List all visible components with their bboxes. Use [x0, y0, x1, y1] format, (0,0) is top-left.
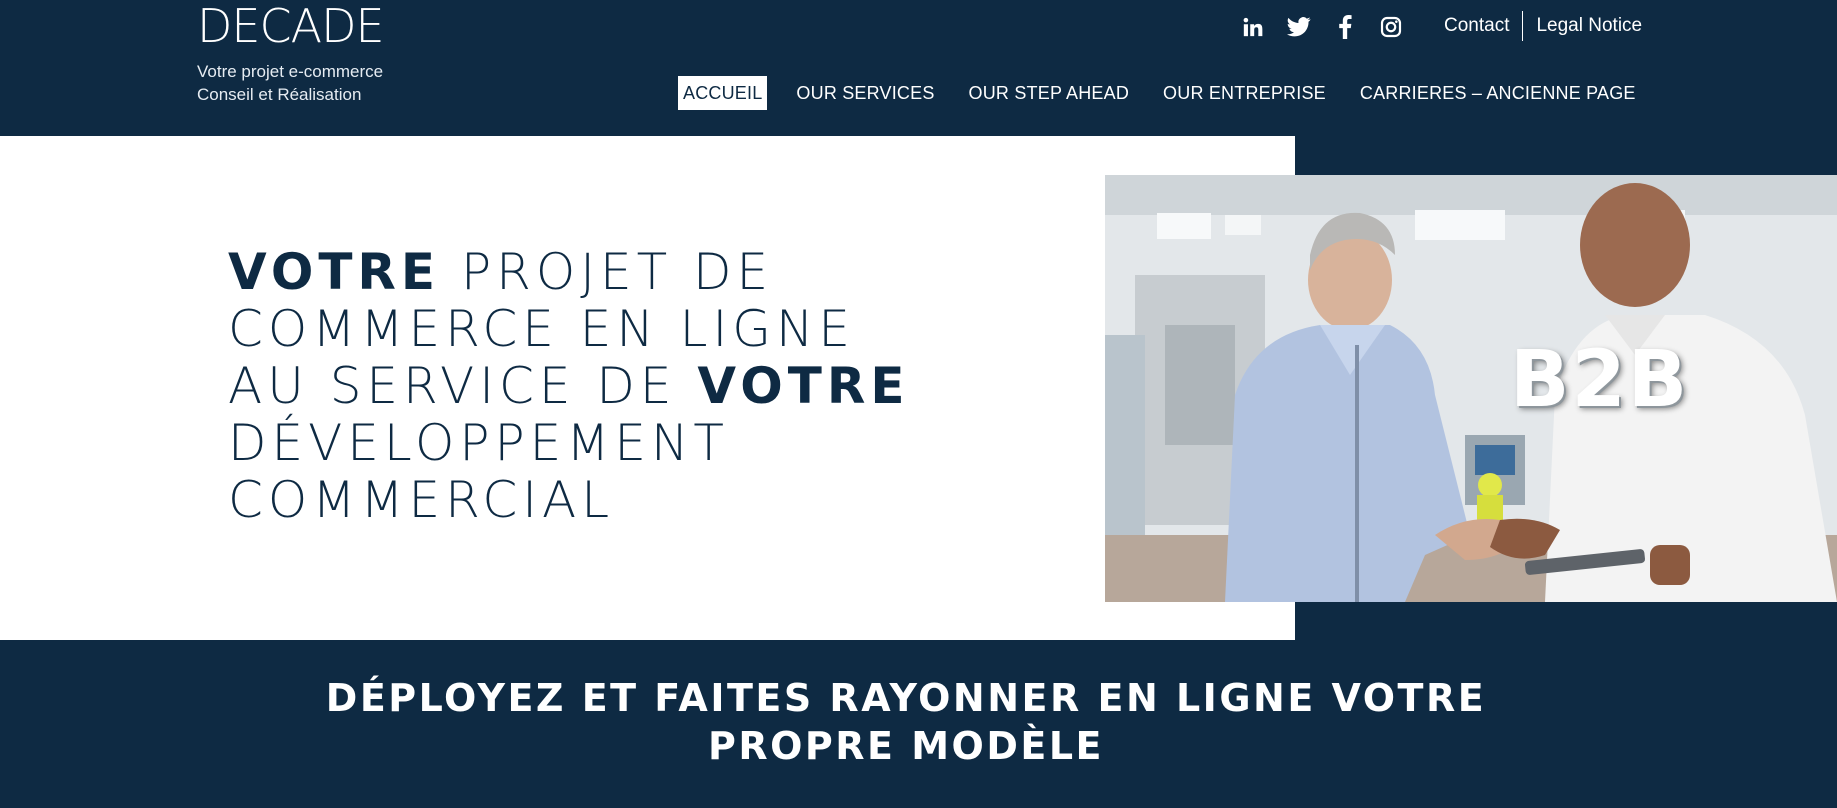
utility-links: Contact Legal Notice — [1431, 10, 1655, 42]
instagram-icon[interactable] — [1378, 14, 1404, 40]
legal-notice-link[interactable]: Legal Notice — [1523, 15, 1655, 37]
facebook-icon[interactable] — [1332, 14, 1358, 40]
linkedin-icon[interactable] — [1240, 14, 1266, 40]
nav-item-carrieres[interactable]: CARRIERES – ANCIENNE PAGE — [1343, 76, 1653, 110]
hero-title-part-4: DÉVELOPPEMENT COMMERCIAL — [228, 414, 729, 529]
site-logo[interactable]: DECADE — [197, 0, 385, 52]
tagline-line-1: Votre projet e-commerce — [197, 62, 384, 81]
hero-handshake-image — [1105, 175, 1837, 602]
hero-title: VOTRE PROJET DE COMMERCE EN LIGNE AU SER… — [228, 244, 948, 529]
contact-link[interactable]: Contact — [1431, 15, 1522, 37]
tagline-line-2: Conseil et Réalisation — [197, 85, 362, 104]
hero-image-overlay-text: B2B — [1510, 335, 1690, 425]
nav-item-accueil[interactable]: ACCUEIL — [678, 76, 768, 110]
site-tagline: Votre projet e-commerce Conseil et Réali… — [197, 60, 383, 106]
nav-item-our-step-ahead[interactable]: OUR STEP AHEAD — [952, 76, 1147, 110]
band-title-line-2: PROPRE MODÈLE — [707, 724, 1104, 768]
main-nav: ACCUEIL OUR SERVICES OUR STEP AHEAD OUR … — [678, 75, 1653, 111]
band-title: DÉPLOYEZ ET FAITES RAYONNER EN LIGNE VOT… — [0, 674, 1812, 770]
twitter-icon[interactable] — [1286, 14, 1312, 40]
hero-title-emphasis-1: VOTRE — [228, 243, 441, 301]
site-header: DECADE Votre projet e-commerce Conseil e… — [0, 0, 1837, 136]
social-links — [1240, 12, 1404, 42]
nav-item-our-services[interactable]: OUR SERVICES — [779, 76, 951, 110]
band-title-line-1: DÉPLOYEZ ET FAITES RAYONNER EN LIGNE VOT… — [325, 676, 1487, 720]
hero-title-emphasis-2: VOTRE — [697, 357, 910, 415]
nav-item-our-entreprise[interactable]: OUR ENTREPRISE — [1146, 76, 1343, 110]
